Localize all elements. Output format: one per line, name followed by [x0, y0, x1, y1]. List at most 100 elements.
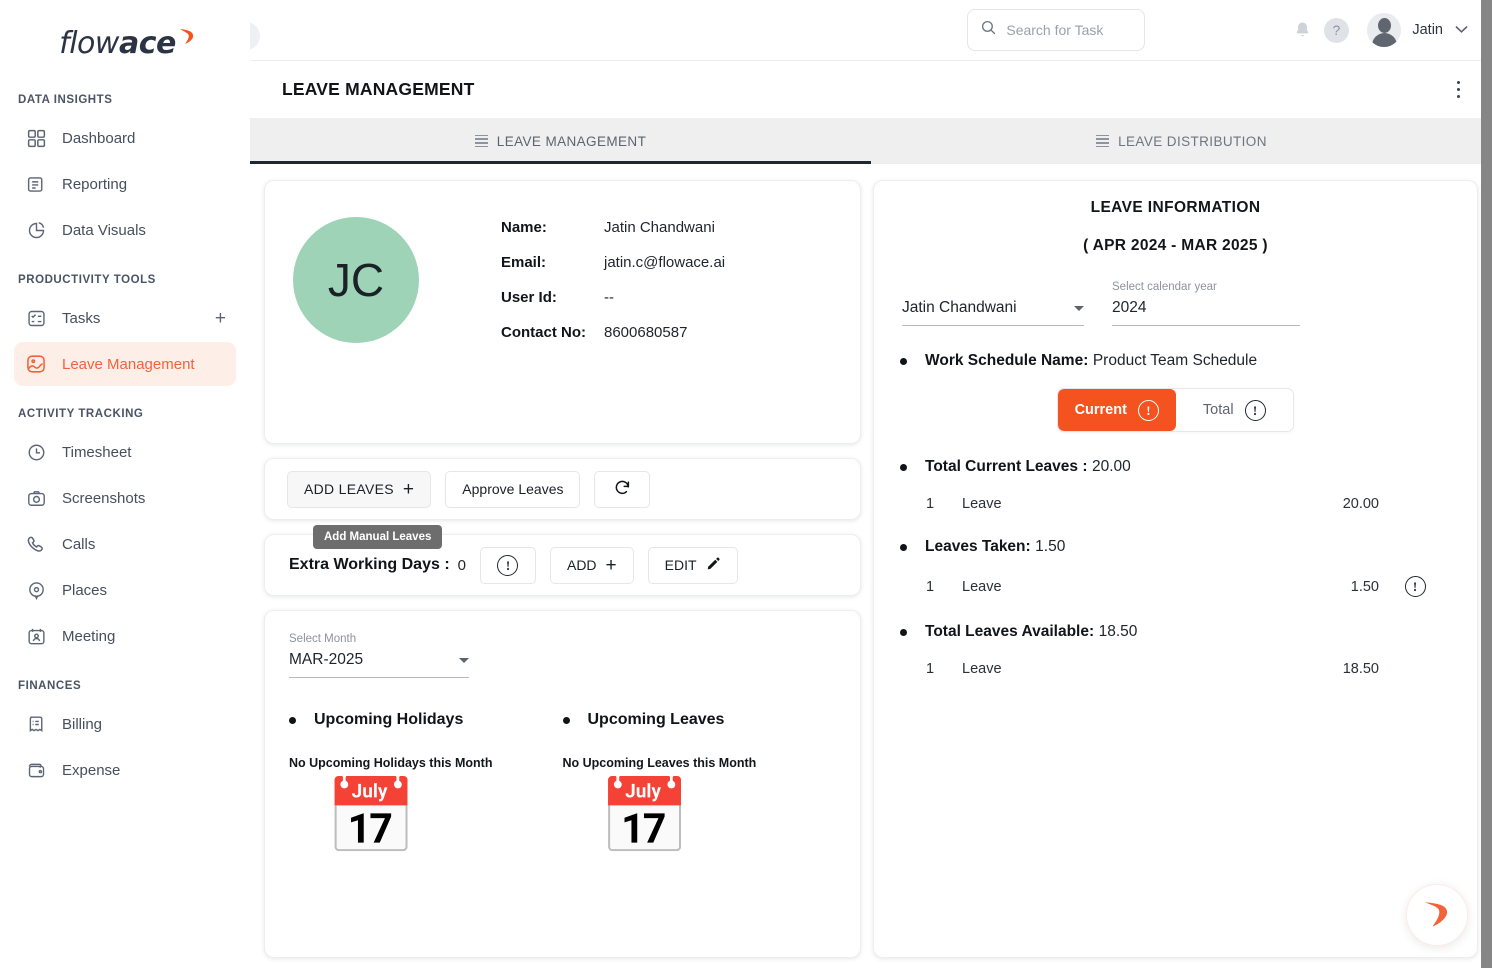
- right-column: LEAVE INFORMATION ( APR 2024 - MAR 2025 …: [873, 180, 1478, 958]
- leave-information-card: LEAVE INFORMATION ( APR 2024 - MAR 2025 …: [873, 180, 1478, 958]
- app-logo[interactable]: flowace: [0, 0, 250, 86]
- select-month-value: MAR-2025: [289, 651, 364, 668]
- more-options-icon[interactable]: [1453, 77, 1465, 103]
- sidebar-item-timesheet[interactable]: Timesheet: [14, 430, 236, 474]
- tab-label: LEAVE MANAGEMENT: [496, 133, 647, 149]
- sidebar-item-label: Reporting: [62, 175, 128, 193]
- leave-detail-name: Leave: [962, 496, 1002, 512]
- meeting-icon: [24, 624, 48, 648]
- leave-detail-row: 1 Leave 1.50 !: [900, 576, 1451, 597]
- sidebar-item-label: Meeting: [62, 627, 116, 645]
- left-column: JC Name: Jatin Chandwani Email: jatin.c@…: [264, 180, 861, 958]
- bullet-icon: [900, 628, 907, 636]
- leave-information-title: LEAVE INFORMATION: [1090, 199, 1261, 216]
- tab-bar: LEAVE MANAGEMENT LEAVE DISTRIBUTION: [250, 118, 1492, 164]
- leaves-taken-value: 1.50: [1035, 538, 1066, 555]
- grid-icon: [24, 126, 48, 150]
- info-exclamation-icon: !: [1137, 399, 1159, 421]
- wallet-icon: [24, 758, 48, 782]
- leave-information-selectors: . Jatin Chandwani Select calendar year 2…: [900, 281, 1451, 326]
- select-month-label: Select Month: [289, 633, 357, 645]
- chevron-down-icon[interactable]: [1074, 305, 1084, 311]
- extra-working-days-edit-button[interactable]: EDIT: [647, 546, 738, 584]
- refresh-icon: [613, 478, 632, 500]
- chevron-down-icon[interactable]: [459, 657, 469, 663]
- sidebar-item-reporting[interactable]: Reporting: [14, 162, 236, 206]
- total-current-leaves-row: Total Current Leaves : 20.00: [900, 458, 1451, 476]
- tear-off-calendar-icon: 📅: [598, 775, 691, 858]
- sidebar-item-dashboard[interactable]: Dashboard: [14, 116, 236, 160]
- leave-detail-row: 1 Leave 20.00: [900, 496, 1451, 512]
- tear-off-calendar-icon: 📅: [325, 775, 418, 858]
- leave-icon: [24, 352, 48, 376]
- sidebar-item-data-visuals[interactable]: Data Visuals: [14, 208, 236, 252]
- help-button[interactable]: ?: [1319, 13, 1353, 47]
- sidebar: flowace DATA INSIGHTS Dashboard Reportin…: [0, 0, 250, 968]
- add-leaves-label: ADD LEAVES: [304, 481, 394, 497]
- toggle-total-button[interactable]: Total !: [1176, 389, 1294, 431]
- sidebar-item-billing[interactable]: Billing: [14, 702, 236, 746]
- employee-select[interactable]: . Jatin Chandwani: [902, 281, 1084, 326]
- list-icon: [1096, 134, 1110, 148]
- tab-leave-management[interactable]: LEAVE MANAGEMENT: [250, 118, 871, 164]
- logo-text-bold: ace: [118, 25, 176, 61]
- sidebar-item-expense[interactable]: Expense: [14, 748, 236, 792]
- calendar-year-value: 2024: [1112, 299, 1147, 316]
- notifications-bell-icon[interactable]: [1285, 13, 1319, 47]
- work-schedule-label: Work Schedule Name:: [925, 352, 1089, 369]
- sidebar-section-productivity-tools: PRODUCTIVITY TOOLS: [18, 274, 156, 286]
- phone-icon: [24, 532, 48, 556]
- edit-label: EDIT: [664, 557, 697, 573]
- toggle-current-button[interactable]: Current !: [1058, 389, 1176, 431]
- add-leaves-button[interactable]: ADD LEAVES +: [287, 470, 432, 508]
- extra-working-days-info-button[interactable]: !: [479, 546, 536, 584]
- search-box[interactable]: [967, 9, 1146, 51]
- flowace-swoosh-icon: [1419, 895, 1455, 936]
- sidebar-item-label: Screenshots: [62, 489, 146, 507]
- employee-select-value: Jatin Chandwani: [902, 299, 1017, 316]
- add-task-icon[interactable]: +: [215, 309, 226, 328]
- sidebar-item-places[interactable]: Places: [14, 568, 236, 612]
- list-icon: [474, 134, 488, 148]
- avatar[interactable]: [1367, 13, 1402, 47]
- upcoming-leaves-empty-text: No Upcoming Leaves this Month: [562, 756, 757, 770]
- sidebar-item-screenshots[interactable]: Screenshots: [14, 476, 236, 520]
- top-bar: ? Jatin: [250, 0, 1492, 60]
- profile-value-contact-no: 8600680587: [604, 324, 688, 341]
- content-area: JC Name: Jatin Chandwani Email: jatin.c@…: [250, 164, 1492, 958]
- info-exclamation-icon: !: [1404, 576, 1426, 597]
- sidebar-item-leave-management[interactable]: Leave Management: [14, 342, 236, 386]
- sidebar-item-label: Dashboard: [62, 129, 136, 147]
- month-card: Select Month MAR-2025 Upcoming Holidays: [264, 610, 861, 958]
- sidebar-item-label: Data Visuals: [62, 221, 146, 239]
- select-month-field[interactable]: Select Month MAR-2025: [289, 633, 469, 678]
- receipt-icon: [24, 712, 48, 736]
- bullet-icon: [900, 543, 907, 551]
- search-input[interactable]: [1006, 22, 1127, 38]
- approve-leaves-button[interactable]: Approve Leaves: [445, 470, 581, 508]
- info-exclamation-icon: !: [497, 554, 519, 576]
- leave-detail-index: 1: [926, 578, 935, 595]
- refresh-button[interactable]: [594, 470, 651, 508]
- page-scrollbar-thumb[interactable]: [1481, 0, 1492, 968]
- page-scrollbar-track[interactable]: [1481, 0, 1492, 968]
- profile-label-user-id: User Id:: [501, 289, 557, 306]
- sidebar-item-calls[interactable]: Calls: [14, 522, 236, 566]
- leave-detail-index: 1: [926, 661, 935, 677]
- sidebar-item-tasks[interactable]: Tasks +: [14, 296, 236, 340]
- calendar-year-field[interactable]: Select calendar year 2024: [1112, 281, 1300, 326]
- calendar-year-label: Select calendar year: [1112, 281, 1217, 293]
- chevron-down-icon[interactable]: [1455, 23, 1468, 37]
- work-schedule-value: Product Team Schedule: [1092, 352, 1258, 369]
- approve-leaves-label: Approve Leaves: [462, 481, 564, 497]
- leave-detail-info-button[interactable]: !: [1379, 576, 1451, 597]
- extra-working-days-label: Extra Working Days :: [289, 556, 450, 573]
- plus-icon: +: [605, 554, 617, 576]
- tab-leave-distribution[interactable]: LEAVE DISTRIBUTION: [871, 118, 1492, 164]
- sidebar-item-label: Billing: [62, 715, 103, 733]
- sidebar-item-label: Leave Management: [62, 355, 195, 373]
- pencil-icon: [706, 556, 721, 574]
- sidebar-item-meeting[interactable]: Meeting: [14, 614, 236, 658]
- chat-support-button[interactable]: [1406, 884, 1468, 946]
- extra-working-days-add-button[interactable]: ADD +: [549, 546, 634, 584]
